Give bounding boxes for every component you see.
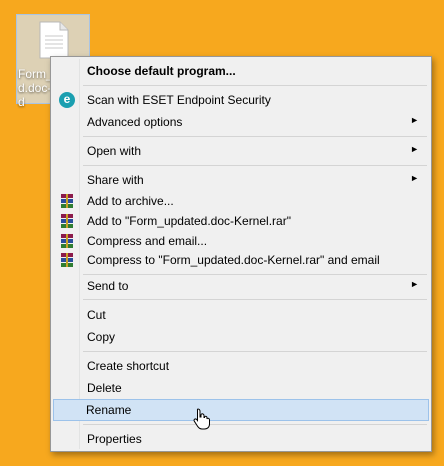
menu-separator	[83, 351, 427, 352]
menu-separator	[83, 424, 427, 425]
menu-item-label: Scan with ESET Endpoint Security	[87, 93, 271, 107]
winrar-icon	[61, 234, 73, 248]
menu-item-label: Open with	[87, 144, 142, 158]
menu-item-label: Delete	[87, 381, 122, 395]
menu-item-label: Compress to "Form_updated.doc-Kernel.rar…	[87, 253, 380, 267]
submenu-arrow-icon: ►	[410, 144, 419, 154]
menu-separator	[83, 85, 427, 86]
menu-item-cut[interactable]: Cut	[53, 304, 429, 326]
menu-item-delete[interactable]: Delete	[53, 377, 429, 399]
menu-separator	[83, 136, 427, 137]
menu-item-open-with[interactable]: Open with ►	[53, 140, 429, 162]
winrar-icon	[61, 194, 73, 208]
menu-item-create-shortcut[interactable]: Create shortcut	[53, 355, 429, 377]
menu-item-label: Advanced options	[87, 115, 183, 129]
menu-item-label: Send to	[87, 279, 129, 293]
menu-item-copy[interactable]: Copy	[53, 326, 429, 348]
mouse-pointer-hand-icon	[193, 408, 210, 430]
menu-item-advanced-options[interactable]: Advanced options ►	[53, 111, 429, 133]
context-menu: Choose default program... e Scan with ES…	[50, 56, 432, 452]
document-file-icon	[39, 21, 69, 59]
menu-item-rename[interactable]: Rename	[53, 399, 429, 421]
menu-item-label: Add to "Form_updated.doc-Kernel.rar"	[87, 214, 291, 228]
menu-item-label: Create shortcut	[87, 359, 170, 373]
menu-item-label: Compress and email...	[87, 234, 208, 248]
menu-item-compress-to-rar-and-email[interactable]: Compress to "Form_updated.doc-Kernel.rar…	[53, 249, 429, 271]
menu-item-add-to-archive[interactable]: Add to archive...	[53, 190, 429, 212]
menu-item-share-with[interactable]: Share with ►	[53, 169, 429, 191]
submenu-arrow-icon: ►	[410, 279, 419, 289]
menu-item-label: Properties	[87, 432, 142, 446]
winrar-icon	[61, 253, 73, 267]
menu-item-add-to-rar[interactable]: Add to "Form_updated.doc-Kernel.rar"	[53, 210, 429, 232]
submenu-arrow-icon: ►	[410, 115, 419, 125]
menu-item-label: Cut	[87, 308, 106, 322]
menu-item-label: Rename	[86, 403, 132, 417]
submenu-arrow-icon: ►	[410, 173, 419, 183]
winrar-icon	[61, 214, 73, 228]
menu-item-send-to[interactable]: Send to ►	[53, 275, 429, 297]
menu-item-scan-eset[interactable]: e Scan with ESET Endpoint Security	[53, 89, 429, 111]
menu-item-label: Add to archive...	[87, 194, 174, 208]
menu-item-label: Share with	[87, 173, 144, 187]
menu-item-label: Choose default program...	[87, 64, 236, 78]
menu-separator	[83, 165, 427, 166]
menu-item-choose-default-program[interactable]: Choose default program...	[53, 60, 429, 82]
menu-separator	[83, 299, 427, 300]
menu-item-label: Copy	[87, 330, 116, 344]
menu-item-properties[interactable]: Properties	[53, 428, 429, 450]
eset-icon: e	[59, 92, 75, 108]
